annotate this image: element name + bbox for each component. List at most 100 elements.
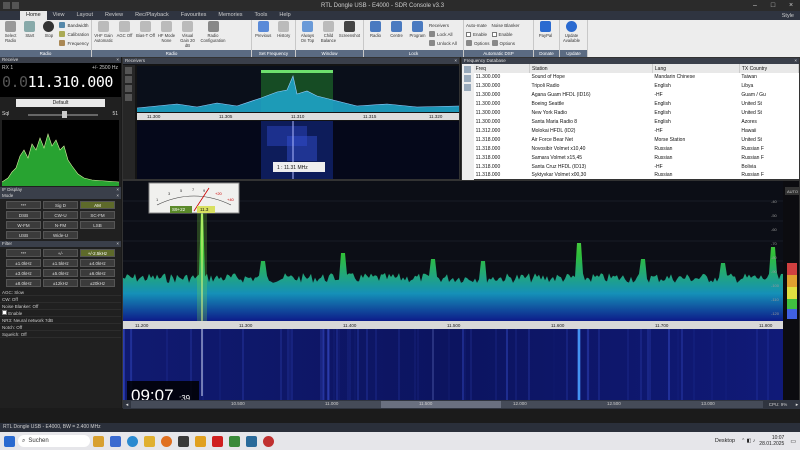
waterfall-axis[interactable]: 10.500 11.000 11.500 12.000 12.500 13.000 [131, 401, 763, 408]
scroll-right-icon[interactable]: ▸ [793, 402, 800, 408]
notch-row[interactable]: Notch: Off [0, 324, 121, 331]
zoom-in-icon[interactable] [125, 67, 132, 74]
filter-button[interactable]: ±6.0kHz [80, 269, 115, 277]
firefox-icon[interactable] [161, 435, 172, 447]
noise-blanker-options[interactable]: Options [491, 39, 520, 47]
close-icon[interactable]: × [454, 58, 459, 64]
squelch-slider[interactable]: Sql 51 [0, 109, 121, 119]
column-header[interactable]: Lang [652, 64, 740, 73]
edge-icon[interactable] [127, 435, 138, 447]
receiver-spectrum[interactable]: 11.300 11.305 11.310 11.315 11.320 1 : 1… [137, 66, 459, 179]
column-header[interactable]: Freq [473, 64, 530, 73]
mode-button[interactable]: W-FM [6, 221, 41, 229]
cw-row[interactable]: CW: Off [0, 296, 121, 303]
hf-mode-button[interactable]: HF Mode None [157, 21, 176, 43]
save-icon[interactable] [12, 2, 19, 9]
filter-button[interactable]: +/- [43, 249, 78, 257]
lock-radio-button[interactable]: Radio [366, 21, 385, 38]
file-explorer-icon[interactable] [144, 435, 155, 447]
filter-icon[interactable] [464, 75, 471, 82]
menu-help[interactable]: Help [273, 11, 296, 20]
visual-gain-button[interactable]: Visual Gain 20 dB [178, 21, 197, 48]
task-view-icon[interactable] [110, 435, 121, 447]
stop-button[interactable]: Stop [40, 21, 57, 38]
filezilla-icon[interactable] [212, 435, 223, 447]
nr3-row[interactable]: NR3: Neural network 7dB [0, 317, 121, 324]
column-header[interactable]: TX Country [739, 64, 800, 73]
refresh-icon[interactable] [464, 84, 471, 91]
app-icon[interactable] [229, 435, 240, 447]
update-available-button[interactable]: Update Available [562, 21, 581, 43]
table-row[interactable]: 11.300.000 Santa Maria Radio 8 English Azor… [474, 118, 799, 127]
desktop-label[interactable]: Desktop [715, 438, 735, 444]
menu-rec-playback[interactable]: Rec/Playback [129, 11, 175, 20]
table-row[interactable]: 11.318.000 Santa Cruz HFDL (ID13) -HF Boliv… [474, 162, 799, 171]
bandwidth-button[interactable]: Bandwidth [59, 21, 89, 29]
widgets-icon[interactable] [93, 435, 104, 447]
search-icon[interactable] [464, 66, 471, 73]
table-row[interactable]: 11.318.000 Novosibir Volmet x10,40 Russian… [474, 144, 799, 153]
preset-dropdown[interactable]: Default [16, 99, 105, 107]
unlock-all-button[interactable]: Unlock All [429, 39, 457, 47]
table-row[interactable]: 11.300.000 Boeing Seattle English United St [474, 100, 799, 109]
table-row[interactable]: 11.300.000 Agana Guam HFDL (ID16) -HF Guam … [474, 91, 799, 100]
clock-tray[interactable]: 10:07 28.01.2025 [759, 435, 784, 447]
agc-row[interactable]: AGC: Slow [0, 289, 121, 296]
filter-button[interactable]: ±1.5kHz [43, 259, 78, 267]
screenshot-button[interactable]: Screenshot [339, 21, 360, 38]
child-balance-button[interactable]: Child Balance [319, 21, 338, 43]
menu-favourites[interactable]: Favourites [175, 11, 213, 20]
checkbox-icon[interactable] [2, 310, 7, 315]
app-icon[interactable] [246, 435, 257, 447]
calibration-button[interactable]: Calibration [59, 30, 89, 38]
menu-tools[interactable]: Tools [249, 11, 274, 20]
folder-icon[interactable] [195, 435, 206, 447]
menu-home[interactable]: Home [20, 11, 47, 20]
table-row[interactable]: 11.318.000 Syktyvkar Volmet x00,30 Russian… [474, 171, 799, 180]
close-icon[interactable]: × [782, 2, 800, 9]
squelch-row[interactable]: Squelch: Off [0, 331, 121, 338]
menu-layout[interactable]: Layout [71, 11, 100, 20]
scroll-thumb[interactable] [381, 401, 501, 408]
search-box[interactable]: ⌕ Suchen [18, 435, 90, 447]
tray-icons[interactable]: ⌃ ◧ ♪ [741, 438, 755, 444]
filter-button[interactable]: ±5.0kHz [43, 269, 78, 277]
filter-button[interactable]: ±3.0kHz [6, 269, 41, 277]
frequency-button[interactable]: Frequency [59, 39, 89, 47]
style-menu[interactable]: Style [782, 13, 800, 19]
noise-blanker-enable[interactable]: Enable [491, 30, 520, 38]
minimize-icon[interactable]: – [746, 2, 764, 9]
filter-button[interactable]: ±8.0kHz [6, 279, 41, 287]
slider-thumb[interactable] [62, 111, 67, 118]
mode-button[interactable]: *** [6, 201, 41, 209]
mode-button[interactable]: Wide-U [43, 231, 78, 239]
auto-mate-options[interactable]: Options [466, 39, 490, 47]
lock-program-button[interactable]: Program [408, 21, 427, 38]
windows-start-icon[interactable] [4, 435, 15, 447]
mode-button[interactable]: USB [6, 231, 41, 239]
filter-button-selected[interactable]: +/-2.5kHz [80, 249, 115, 257]
lock-centre-button[interactable]: Centre [387, 21, 406, 38]
table-row[interactable]: 11.300.000 Sound of Hope Mandarin Chinese T… [474, 73, 799, 82]
frequency-readout[interactable]: 0.011.310.000 [2, 73, 113, 91]
select-radio-button[interactable]: Select Radio [2, 21, 19, 43]
auto-mate-enable[interactable]: Enable [466, 30, 490, 38]
scroll-left-icon[interactable]: ◂ [123, 402, 131, 408]
table-row[interactable]: 11.300.000 Tripoli Radio English Libya [474, 82, 799, 91]
history-button[interactable]: History [275, 21, 294, 38]
previous-button[interactable]: Previous [254, 21, 273, 38]
paypal-button[interactable]: PayPal [536, 21, 555, 38]
lock-all-button[interactable]: Lock All [429, 30, 457, 38]
notification-icon[interactable]: ▭ [790, 438, 796, 445]
filter-button[interactable]: ±12kHz [43, 279, 78, 287]
filter-button[interactable]: ±20kHz [80, 279, 115, 287]
zoom-out-icon[interactable] [125, 76, 132, 83]
column-header[interactable]: Station [529, 64, 653, 73]
mode-button[interactable]: SC-FM [80, 211, 115, 219]
table-row[interactable]: 11.318.000 Air Force Bear Net Morse Statio… [474, 135, 799, 144]
menu-review[interactable]: Review [99, 11, 129, 20]
vhf-gain-button[interactable]: VHF Gain Automatic [94, 21, 113, 43]
table-row[interactable]: 11.312.000 Molokai HFDL (ID2) -HF Hawaii [474, 126, 799, 135]
menu-view[interactable]: View [47, 11, 71, 20]
mode-button[interactable]: CW-U [43, 211, 78, 219]
